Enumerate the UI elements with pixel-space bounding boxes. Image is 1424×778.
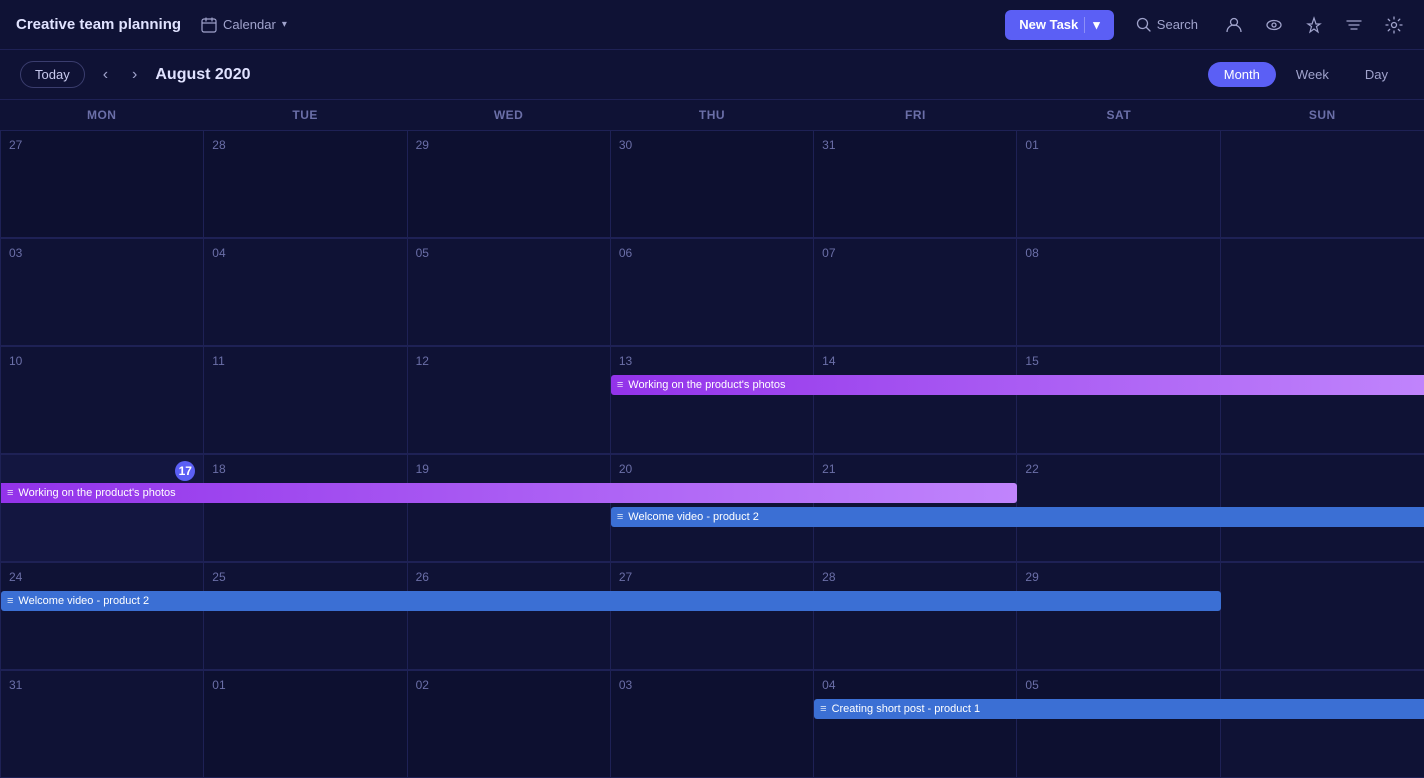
- cal-cell-4-3[interactable]: 27: [611, 563, 814, 670]
- month-label: August 2020: [155, 66, 295, 84]
- cal-week-4: 24 25 26 27 28 29 3 ≡ Welcome video - pr…: [0, 563, 1424, 671]
- cal-cell-4-0[interactable]: 24: [1, 563, 204, 670]
- day-headers: Mon Tue Wed Thu Fri Sat Sun: [0, 100, 1424, 131]
- cal-week-0: 27 28 29 30 31 01 0: [0, 131, 1424, 239]
- cal-cell-2-3[interactable]: 13: [611, 347, 814, 454]
- cal-cell-3-6[interactable]: 2: [1221, 455, 1424, 562]
- cal-cell-0-6[interactable]: 0: [1221, 131, 1424, 238]
- search-icon: [1136, 17, 1151, 32]
- cal-cell-0-3[interactable]: 30: [611, 131, 814, 238]
- cal-cell-0-4[interactable]: 31: [814, 131, 1017, 238]
- search-button[interactable]: Search: [1126, 13, 1208, 36]
- cal-cell-0-2[interactable]: 29: [408, 131, 611, 238]
- view-switcher: Month Week Day: [1208, 62, 1404, 87]
- cal-cell-2-5[interactable]: 15: [1017, 347, 1220, 454]
- cal-cell-3-0[interactable]: 17: [1, 455, 204, 562]
- new-task-caret[interactable]: ▾: [1084, 17, 1100, 33]
- calendar-container: Mon Tue Wed Thu Fri Sat Sun 27 28 29 30 …: [0, 100, 1424, 778]
- new-task-button[interactable]: New Task ▾: [1005, 10, 1114, 40]
- day-header-thu: Thu: [610, 100, 813, 130]
- prev-month-button[interactable]: ‹: [97, 62, 114, 88]
- calendar-nav-button[interactable]: Calendar ▾: [193, 13, 295, 37]
- cal-cell-1-0[interactable]: 03: [1, 239, 204, 346]
- top-nav: Creative team planning Calendar ▾ New Ta…: [0, 0, 1424, 50]
- cal-cell-2-1[interactable]: 11: [204, 347, 407, 454]
- cal-cell-4-2[interactable]: 26: [408, 563, 611, 670]
- cal-cell-5-4[interactable]: 04: [814, 671, 1017, 778]
- cal-cell-1-2[interactable]: 05: [408, 239, 611, 346]
- cal-cell-5-3[interactable]: 03: [611, 671, 814, 778]
- new-task-label: New Task: [1019, 17, 1078, 32]
- cal-cell-2-2[interactable]: 12: [408, 347, 611, 454]
- day-header-mon: Mon: [0, 100, 203, 130]
- day-header-sun: Sun: [1221, 100, 1424, 130]
- cal-cell-4-6[interactable]: 3: [1221, 563, 1424, 670]
- cal-cell-3-5[interactable]: 22: [1017, 455, 1220, 562]
- cal-week-1: 03 04 05 06 07 08 0: [0, 239, 1424, 347]
- day-header-fri: Fri: [814, 100, 1017, 130]
- cal-cell-1-3[interactable]: 06: [611, 239, 814, 346]
- cal-cell-2-0[interactable]: 10: [1, 347, 204, 454]
- next-month-button[interactable]: ›: [126, 62, 143, 88]
- month-view-button[interactable]: Month: [1208, 62, 1276, 87]
- cal-cell-2-6[interactable]: 1: [1221, 347, 1424, 454]
- day-header-tue: Tue: [203, 100, 406, 130]
- cal-cell-2-4[interactable]: 14: [814, 347, 1017, 454]
- calendar-toolbar: Today ‹ › August 2020 Month Week Day: [0, 50, 1424, 100]
- day-header-sat: Sat: [1017, 100, 1220, 130]
- cal-cell-1-4[interactable]: 07: [814, 239, 1017, 346]
- today-date-num: 17: [175, 461, 195, 481]
- cal-cell-1-1[interactable]: 04: [204, 239, 407, 346]
- cal-cell-5-0[interactable]: 31: [1, 671, 204, 778]
- cal-cell-5-6[interactable]: 0: [1221, 671, 1424, 778]
- cal-cell-4-1[interactable]: 25: [204, 563, 407, 670]
- calendar-icon: [201, 17, 217, 33]
- cal-cell-3-2[interactable]: 19: [408, 455, 611, 562]
- cal-week-5: 31 01 02 03 04 05 0 ≡ Creating short pos…: [0, 671, 1424, 778]
- calendar-rows: 27 28 29 30 31 01 0 03 04 05 06 07 08 0 …: [0, 131, 1424, 778]
- cal-week-3: 17 18 19 20 21 22 2 ≡ Working on the pro…: [0, 455, 1424, 563]
- user-icon[interactable]: [1220, 11, 1248, 39]
- settings-icon[interactable]: [1380, 11, 1408, 39]
- cal-week-2: 10 11 12 13 14 15 1 ≡ Working on the pro…: [0, 347, 1424, 455]
- cal-cell-4-5[interactable]: 29: [1017, 563, 1220, 670]
- cal-cell-5-2[interactable]: 02: [408, 671, 611, 778]
- week-view-button[interactable]: Week: [1280, 62, 1345, 87]
- pin-icon[interactable]: [1300, 11, 1328, 39]
- cal-cell-3-1[interactable]: 18: [204, 455, 407, 562]
- cal-cell-5-5[interactable]: 05: [1017, 671, 1220, 778]
- cal-cell-0-0[interactable]: 27: [1, 131, 204, 238]
- cal-cell-5-1[interactable]: 01: [204, 671, 407, 778]
- calendar-label: Calendar: [223, 17, 276, 32]
- cal-cell-4-4[interactable]: 28: [814, 563, 1017, 670]
- eye-icon[interactable]: [1260, 11, 1288, 39]
- cal-cell-1-6[interactable]: 0: [1221, 239, 1424, 346]
- search-label: Search: [1157, 17, 1198, 32]
- app-title: Creative team planning: [16, 16, 181, 33]
- cal-cell-1-5[interactable]: 08: [1017, 239, 1220, 346]
- day-header-wed: Wed: [407, 100, 610, 130]
- day-view-button[interactable]: Day: [1349, 62, 1404, 87]
- chevron-down-icon: ▾: [282, 19, 287, 30]
- cal-cell-0-5[interactable]: 01: [1017, 131, 1220, 238]
- today-button[interactable]: Today: [20, 61, 85, 88]
- filter-icon[interactable]: [1340, 11, 1368, 39]
- cal-cell-0-1[interactable]: 28: [204, 131, 407, 238]
- cal-cell-3-4[interactable]: 21: [814, 455, 1017, 562]
- cal-cell-3-3[interactable]: 20: [611, 455, 814, 562]
